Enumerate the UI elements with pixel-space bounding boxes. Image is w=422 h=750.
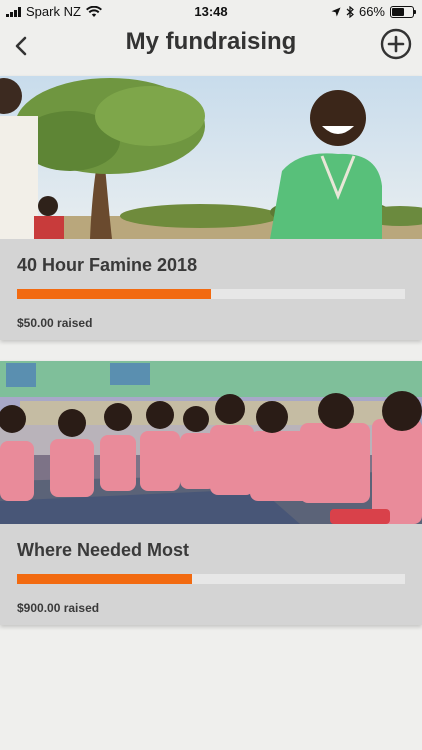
progress-fill <box>17 289 211 299</box>
battery-icon <box>390 5 416 18</box>
campaign-card[interactable]: Where Needed Most $900.00 raised <box>0 361 422 625</box>
page-title: My fundraising <box>125 28 297 55</box>
campaign-card[interactable]: 40 Hour Famine 2018 $50.00 raised <box>0 76 422 340</box>
plus-circle-icon[interactable] <box>380 28 412 60</box>
status-bar: Spark NZ 13:48 66% <box>0 0 422 22</box>
progress-bar <box>17 289 405 299</box>
progress-fill <box>17 574 192 584</box>
amount-raised: $50.00 raised <box>17 316 93 330</box>
location-arrow-icon <box>331 7 341 16</box>
schoolchildren-sitting-on-mat-photo <box>0 361 422 524</box>
bluetooth-icon <box>346 5 354 18</box>
status-right: 66% <box>331 4 416 19</box>
battery-percent: 66% <box>358 4 385 19</box>
amount-raised: $900.00 raised <box>17 601 100 615</box>
campaign-name: 40 Hour Famine 2018 <box>17 255 198 275</box>
boy-smiling-in-field-photo <box>0 76 422 239</box>
progress-bar <box>17 574 405 584</box>
navigation-bar: My fundraising <box>0 22 422 72</box>
campaign-name: Where Needed Most <box>17 540 190 560</box>
